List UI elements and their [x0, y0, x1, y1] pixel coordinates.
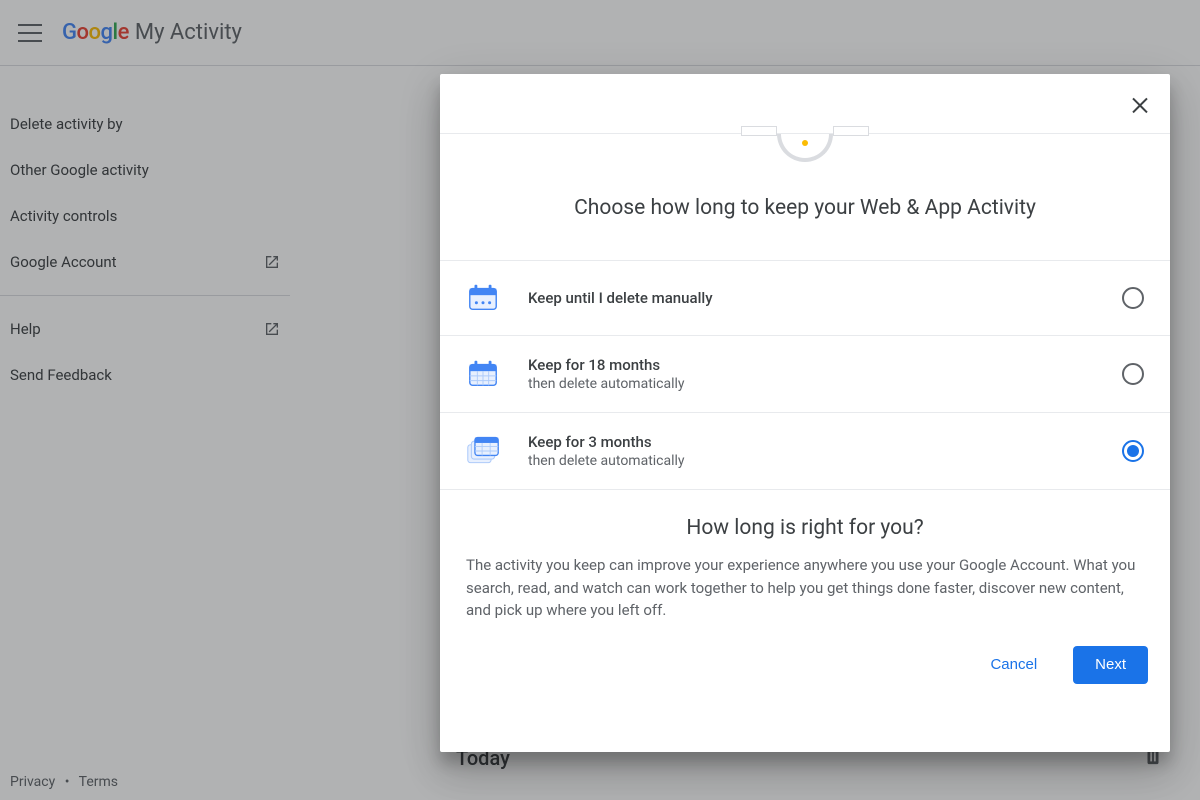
radio-button[interactable] [1122, 363, 1144, 385]
option-keep-3-months[interactable]: Keep for 3 months then delete automatica… [440, 413, 1170, 490]
info-title: How long is right for you? [466, 516, 1144, 540]
close-icon [1128, 92, 1152, 116]
option-subtitle: then delete automatically [528, 453, 1122, 469]
radio-button[interactable] [1122, 440, 1144, 462]
calendar-dots-icon [466, 281, 514, 315]
option-keep-until-manual[interactable]: Keep until I delete manually [440, 261, 1170, 336]
dialog-actions: Cancel Next [440, 630, 1170, 706]
option-keep-18-months[interactable]: Keep for 18 months then delete automatic… [440, 336, 1170, 413]
close-button[interactable] [1124, 88, 1156, 120]
cancel-button[interactable]: Cancel [968, 646, 1059, 684]
dialog-illustration [440, 134, 1170, 168]
dialog-title: Choose how long to keep your Web & App A… [440, 168, 1170, 261]
retention-options: Keep until I delete manually [440, 261, 1170, 490]
retention-dialog: Choose how long to keep your Web & App A… [440, 74, 1170, 752]
option-title: Keep for 18 months [528, 356, 1122, 374]
dialog-header [440, 74, 1170, 134]
next-button[interactable]: Next [1073, 646, 1148, 684]
option-title: Keep until I delete manually [528, 289, 1122, 307]
info-section: How long is right for you? The activity … [440, 490, 1170, 630]
info-body: The activity you keep can improve your e… [466, 554, 1144, 622]
option-subtitle: then delete automatically [528, 376, 1122, 392]
calendar-stack-icon [466, 434, 514, 468]
radio-button[interactable] [1122, 287, 1144, 309]
option-title: Keep for 3 months [528, 433, 1122, 451]
calendar-grid-icon [466, 357, 514, 391]
